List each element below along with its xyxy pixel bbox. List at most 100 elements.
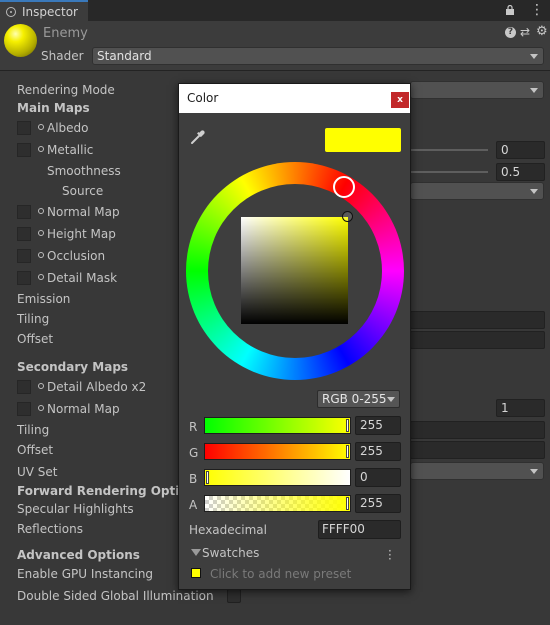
channel-g-slider[interactable] [204, 443, 351, 460]
channel-b-field[interactable]: 0 [355, 468, 401, 487]
uv-set-label: UV Set [17, 465, 58, 479]
expand-triangle-icon[interactable] [191, 549, 201, 556]
chevron-down-icon [530, 469, 538, 474]
preset-swatch[interactable] [191, 568, 201, 578]
material-preview-sphere [4, 24, 37, 57]
double-sided-gi-label: Double Sided Global Illumination [17, 589, 214, 603]
tiling-field[interactable] [410, 311, 545, 329]
reflections-label: Reflections [17, 522, 83, 536]
metallic-slider[interactable] [410, 149, 488, 151]
chevron-down-icon [387, 397, 395, 402]
kebab-menu-icon[interactable]: ⋮ [530, 2, 544, 18]
offset-field[interactable] [410, 331, 545, 349]
swatches-menu-icon[interactable]: · · · [388, 545, 392, 565]
offset-2-field[interactable] [410, 441, 545, 459]
color-mode-dropdown[interactable]: RGB 0-255 [317, 390, 400, 408]
chevron-down-icon [530, 189, 538, 194]
preset-icon[interactable]: ⇄ [520, 25, 530, 39]
metallic-label: Metallic [47, 143, 94, 157]
channel-r-field[interactable]: 255 [355, 416, 401, 435]
lock-icon[interactable] [506, 5, 514, 15]
tiling-2-label: Tiling [17, 423, 50, 437]
uv-set-dropdown[interactable] [410, 462, 544, 480]
texture-slot-height-map[interactable] [17, 227, 31, 241]
tab-inspector[interactable]: Inspector [0, 0, 88, 21]
forward-rendering-header: Forward Rendering Options [17, 484, 204, 498]
texture-slot-occlusion[interactable] [17, 249, 31, 263]
object-picker-icon[interactable] [38, 383, 44, 389]
smoothness-label: Smoothness [47, 164, 121, 178]
height-map-label: Height Map [47, 227, 116, 241]
secondary-maps-header: Secondary Maps [17, 360, 129, 374]
specular-highlights-label: Specular Highlights [17, 502, 134, 516]
slider-thumb[interactable] [346, 497, 349, 510]
detail-normal-scale-field[interactable]: 1 [496, 399, 545, 417]
close-button[interactable]: x [391, 92, 409, 108]
object-picker-icon[interactable] [38, 124, 44, 130]
saturation-value-handle[interactable] [342, 211, 353, 222]
object-name: Enemy [43, 26, 88, 41]
object-picker-icon[interactable] [38, 274, 44, 280]
normal-map-label: Normal Map [47, 205, 120, 219]
tab-label: Inspector [22, 5, 78, 19]
detail-mask-label: Detail Mask [47, 271, 118, 285]
texture-slot-albedo[interactable] [17, 121, 31, 135]
color-mode-label: RGB 0-255 [322, 392, 387, 406]
color-picker-window: Color x RGB 0-255 R 255 G 255 B 0 A 255 … [178, 83, 411, 590]
gear-icon[interactable]: ⚙ [536, 24, 548, 39]
tiling-label: Tiling [17, 312, 50, 326]
smoothness-slider[interactable] [410, 171, 488, 173]
channel-r-label: R [189, 420, 198, 434]
tiling-2-field[interactable] [410, 421, 545, 439]
texture-slot-metallic[interactable] [17, 143, 31, 157]
object-picker-icon[interactable] [38, 208, 44, 214]
shader-label: Shader [41, 49, 84, 63]
chevron-down-icon [530, 54, 538, 59]
rendering-mode-label: Rendering Mode [17, 83, 115, 97]
emission-label: Emission [17, 292, 71, 306]
channel-b-label: B [189, 472, 198, 486]
slider-thumb[interactable] [206, 471, 209, 484]
main-maps-header: Main Maps [17, 101, 90, 115]
gpu-instancing-label: Enable GPU Instancing [17, 567, 154, 581]
eyedropper-icon[interactable] [189, 128, 207, 146]
channel-a-field[interactable]: 255 [355, 494, 401, 513]
help-icon[interactable]: ? [505, 27, 516, 38]
texture-slot-detail-albedo[interactable] [17, 380, 31, 394]
texture-slot-normal-map[interactable] [17, 205, 31, 219]
channel-r-slider[interactable] [204, 417, 351, 434]
channel-g-field[interactable]: 255 [355, 442, 401, 461]
object-picker-icon[interactable] [38, 146, 44, 152]
shader-value: Standard [97, 49, 152, 63]
smoothness-value-field[interactable]: 0.5 [496, 163, 545, 181]
current-color-swatch[interactable] [325, 128, 401, 152]
swatches-label[interactable]: Swatches [202, 546, 259, 560]
texture-slot-detail-mask[interactable] [17, 271, 31, 285]
channel-a-label: A [189, 498, 198, 512]
rendering-mode-dropdown[interactable] [410, 81, 544, 99]
hue-handle[interactable] [333, 176, 355, 198]
offset-2-label: Offset [17, 443, 54, 457]
slider-thumb[interactable] [346, 419, 349, 432]
saturation-value-square[interactable] [241, 217, 348, 324]
source-dropdown[interactable] [410, 182, 544, 200]
advanced-options-header: Advanced Options [17, 548, 140, 562]
double-sided-gi-checkbox[interactable] [227, 589, 241, 603]
metallic-value-field[interactable]: 0 [496, 141, 545, 159]
albedo-label: Albedo [47, 121, 89, 135]
color-picker-title: Color [187, 91, 219, 105]
hexadecimal-label: Hexadecimal [189, 523, 267, 537]
shader-dropdown[interactable]: Standard [92, 47, 544, 65]
channel-g-label: G [189, 446, 199, 460]
texture-slot-detail-normal-map[interactable] [17, 402, 31, 416]
hexadecimal-field[interactable]: FFFF00 [318, 520, 401, 539]
detail-albedo-label: Detail Albedo x2 [47, 380, 147, 394]
object-picker-icon[interactable] [38, 405, 44, 411]
color-picker-titlebar[interactable]: Color x [179, 84, 410, 113]
channel-a-slider[interactable] [204, 495, 351, 512]
channel-b-slider[interactable] [204, 469, 351, 486]
slider-thumb[interactable] [346, 445, 349, 458]
object-picker-icon[interactable] [38, 230, 44, 236]
add-preset-label[interactable]: Click to add new preset [210, 567, 351, 581]
object-picker-icon[interactable] [38, 252, 44, 258]
